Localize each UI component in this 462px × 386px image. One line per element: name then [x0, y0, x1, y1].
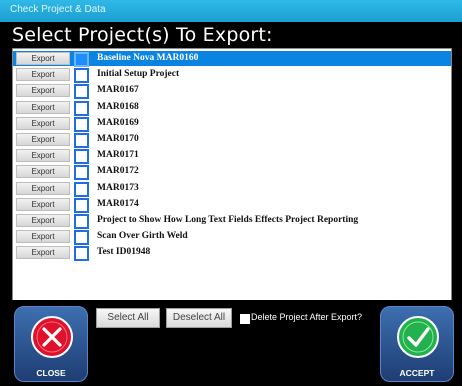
export-button[interactable]: Export — [16, 116, 70, 130]
project-row[interactable]: Export Scan Over Girth Weld — [13, 229, 451, 246]
project-checkbox[interactable] — [74, 149, 89, 165]
project-name: Project to Show How Long Text Fields Eff… — [97, 215, 359, 225]
project-name: MAR0169 — [97, 117, 139, 128]
project-checkbox[interactable] — [74, 133, 89, 148]
deselect-all-button[interactable]: Deselect All — [166, 308, 232, 328]
project-row[interactable]: Export MAR0167 — [13, 83, 451, 100]
export-dialog: Check Project & Data Select Project(s) T… — [0, 0, 462, 386]
close-button[interactable]: CLOSE — [14, 306, 88, 382]
export-button[interactable]: Export — [16, 181, 70, 195]
project-name: Test ID01948 — [97, 247, 151, 258]
project-name: Baseline Nova MAR0160 — [97, 53, 199, 63]
project-checkbox[interactable] — [74, 230, 89, 246]
window-title: Check Project & Data — [10, 4, 106, 15]
check-circle-icon — [397, 316, 439, 358]
project-row[interactable]: Export MAR0172 — [13, 164, 451, 181]
project-row[interactable]: Export MAR0173 — [13, 181, 451, 197]
project-name: Scan Over Girth Weld — [97, 231, 188, 242]
project-checkbox[interactable] — [74, 84, 89, 100]
export-button[interactable]: Export — [16, 52, 70, 65]
export-button[interactable]: Export — [16, 230, 70, 244]
project-row[interactable]: Export MAR0169 — [13, 116, 451, 132]
project-checkbox[interactable] — [74, 165, 89, 181]
delete-after-export-label: Delete Project After Export? — [251, 312, 363, 322]
export-button[interactable]: Export — [16, 100, 70, 114]
export-button[interactable]: Export — [16, 84, 70, 98]
project-name: MAR0173 — [97, 182, 139, 193]
project-row[interactable]: Export MAR0170 — [13, 132, 451, 148]
project-checkbox[interactable] — [74, 197, 89, 213]
export-button[interactable]: Export — [16, 246, 70, 260]
export-button[interactable]: Export — [16, 197, 70, 211]
project-checkbox[interactable] — [74, 214, 89, 229]
project-row[interactable]: Export MAR0174 — [13, 197, 451, 213]
project-checkbox[interactable] — [74, 100, 89, 116]
project-row[interactable]: Export Initial Setup Project — [13, 67, 451, 84]
export-button[interactable]: Export — [16, 149, 70, 163]
export-button[interactable]: Export — [16, 133, 70, 146]
close-button-label: CLOSE — [36, 368, 66, 378]
accept-button-label: ACCEPT — [399, 368, 435, 378]
project-name: MAR0168 — [97, 101, 139, 112]
x-circle-icon — [31, 316, 73, 358]
export-button[interactable]: Export — [16, 165, 70, 179]
title-bar: Check Project & Data — [0, 0, 462, 22]
dialog-heading: Select Project(s) To Export: — [12, 24, 273, 46]
delete-after-export-checkbox[interactable] — [240, 314, 250, 324]
export-button[interactable]: Export — [16, 68, 70, 82]
project-checkbox[interactable] — [74, 52, 89, 67]
project-row[interactable]: Export Baseline Nova MAR0160 — [13, 51, 451, 67]
project-checkbox[interactable] — [74, 68, 89, 84]
project-name: MAR0174 — [97, 198, 139, 209]
project-name: MAR0172 — [97, 166, 139, 177]
project-checkbox[interactable] — [74, 181, 89, 197]
select-all-button[interactable]: Select All — [96, 308, 160, 328]
project-checkbox[interactable] — [74, 246, 89, 262]
accept-button[interactable]: ACCEPT — [380, 306, 454, 382]
project-name: MAR0170 — [97, 134, 139, 144]
project-name: MAR0167 — [97, 85, 139, 96]
project-name: MAR0171 — [97, 150, 139, 161]
export-button[interactable]: Export — [16, 214, 70, 227]
project-name: Initial Setup Project — [97, 69, 180, 80]
project-row[interactable]: Export Project to Show How Long Text Fiel… — [13, 213, 451, 229]
project-checkbox[interactable] — [74, 116, 89, 132]
project-row[interactable]: Export MAR0171 — [13, 148, 451, 165]
project-row[interactable]: Export Test ID01948 — [13, 245, 451, 262]
project-list[interactable]: Export Baseline Nova MAR0160 Export Initial… — [12, 48, 452, 302]
project-row[interactable]: Export MAR0168 — [13, 100, 451, 116]
